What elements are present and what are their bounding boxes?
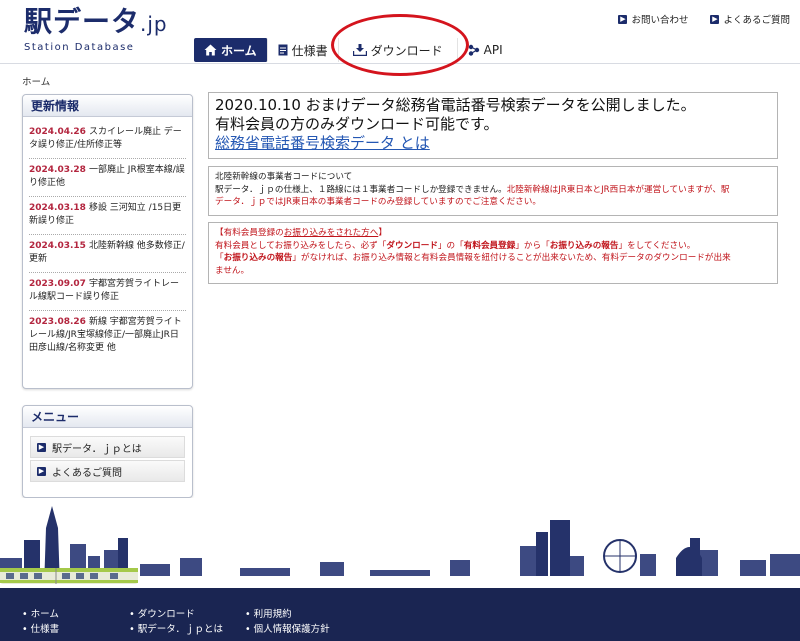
footer-link-download[interactable]: ダウンロード <box>129 609 223 621</box>
nav-api-label: API <box>483 43 503 57</box>
footer-link-about[interactable]: 駅データ．ｊｐとは <box>129 624 223 636</box>
document-icon <box>278 44 288 56</box>
hokuriku-notice-body-2: データ．ｊｐではJR東日本の事業者コードのみ登録していますのでご注意ください。 <box>215 197 541 207</box>
announcement-box: 2020.10.10 おまけデータ総務省電話番号検索データを公開しました。 有料… <box>208 92 778 159</box>
news-item[interactable]: 2024.03.18 移設 三河知立 /15日更新誤り修正 <box>29 197 186 235</box>
paid-member-notice-line-2: 「お振り込みの報告」がなければ、お振り込み情報と有料会員情報を紐付けることが出来… <box>215 253 731 263</box>
hokuriku-notice-title: 北陸新幹線の事業者コードについて <box>215 172 353 182</box>
news-date: 2024.03.15 <box>29 241 86 251</box>
announcement-line-1: 2020.10.10 おまけデータ総務省電話番号検索データを公開しました。 <box>215 96 696 114</box>
announcement-line-2: 有料会員の方のみダウンロード可能です。 <box>215 115 499 133</box>
footer-link-terms[interactable]: 利用規約 <box>245 609 330 621</box>
logo-suffix: .jp <box>140 12 168 36</box>
arrow-right-icon: ▶ <box>618 14 628 24</box>
paid-member-notice-line-1: 有料会員としてお振り込みをしたら、必ず「ダウンロード」の「有料会員登録」から「お… <box>215 240 696 251</box>
arrow-right-icon: ▶ <box>37 466 46 476</box>
faq-label: よくあるご質問 <box>723 15 790 26</box>
arrow-right-icon: ▶ <box>710 14 720 24</box>
api-network-icon <box>468 44 480 56</box>
paid-member-notice-box: 【有料会員登録のお振り込みをされた方へ】 有料会員としてお振り込みをしたら、必ず… <box>208 222 778 284</box>
site-logo[interactable]: 駅データ.jp Station Database <box>24 6 168 54</box>
nav-spec[interactable]: 仕様書 <box>268 38 339 62</box>
phone-data-link[interactable]: 総務省電話番号検索データ とは <box>215 134 771 153</box>
news-date: 2024.03.28 <box>29 165 86 175</box>
contact-label: お問い合わせ <box>631 15 689 26</box>
arrow-right-icon: ▶ <box>37 442 46 452</box>
news-item[interactable]: 2024.03.15 北陸新幹線 他多数修正/更新 <box>29 235 186 273</box>
logo-title: 駅データ.jp <box>24 5 168 38</box>
menu-item-about[interactable]: ▶ 駅データ．ｊｐとは <box>30 436 185 458</box>
footer-column: ダウンロード 駅データ．ｊｐとは <box>129 609 223 636</box>
utility-links: ▶ お問い合わせ ▶ よくあるご質問 <box>618 12 790 26</box>
footer-column: ホーム 仕様書 <box>22 609 60 636</box>
news-panel-title: 更新情報 <box>23 95 192 117</box>
nav-spec-label: 仕様書 <box>291 43 328 58</box>
paid-member-notice-title: 【有料会員登録のお振り込みをされた方へ】 <box>215 228 387 238</box>
news-list: 2024.04.26 スカイレール廃止 データ誤り修正/住所修正等 2024.03… <box>23 117 192 361</box>
menu-panel-title: メニュー <box>23 406 192 428</box>
news-item[interactable]: 2023.08.26 新線 宇都宮芳賀ライトレール線/JR宝塚線修正/一部廃止JR… <box>29 311 186 361</box>
news-panel: 更新情報 2024.04.26 スカイレール廃止 データ誤り修正/住所修正等 20… <box>22 94 193 389</box>
news-date: 2023.08.26 <box>29 317 86 327</box>
menu-item-faq[interactable]: ▶ よくあるご質問 <box>30 460 185 482</box>
logo-subtitle: Station Database <box>24 42 135 53</box>
hokuriku-notice-body: 駅データ．ｊｐの仕様上、１路線には１事業者コードしか登録できません。北陸新幹線は… <box>215 184 730 195</box>
news-date: 2023.09.07 <box>29 279 86 289</box>
faq-link[interactable]: ▶ よくあるご質問 <box>710 12 790 26</box>
nav-home-label: ホーム <box>221 43 257 58</box>
footer-links: ホーム 仕様書 ダウンロード 駅データ．ｊｐとは 利用規約 個人情報保護方針 <box>22 609 330 636</box>
footer-link-privacy[interactable]: 個人情報保護方針 <box>245 624 330 636</box>
footer-column: 利用規約 個人情報保護方針 <box>245 609 330 636</box>
payment-link[interactable]: お振り込みをされた方へ <box>284 228 379 238</box>
news-date: 2024.03.18 <box>29 203 86 213</box>
paid-member-notice-line-3: ません。 <box>215 265 250 276</box>
news-item[interactable]: 2024.04.26 スカイレール廃止 データ誤り修正/住所修正等 <box>29 121 186 159</box>
footer-link-home[interactable]: ホーム <box>22 609 59 621</box>
contact-link[interactable]: ▶ お問い合わせ <box>618 12 688 26</box>
hokuriku-notice-box: 北陸新幹線の事業者コードについて 駅データ．ｊｐの仕様上、１路線には１事業者コー… <box>208 166 778 216</box>
news-item[interactable]: 2023.09.07 宇都宮芳賀ライトレール線駅コード誤り修正 <box>29 273 186 311</box>
menu-list: ▶ 駅データ．ｊｐとは ▶ よくあるご質問 <box>23 428 192 482</box>
menu-item-label: よくあるご質問 <box>52 467 122 479</box>
news-date: 2024.04.26 <box>29 127 86 137</box>
nav-home[interactable]: ホーム <box>194 38 268 62</box>
footer-link-spec[interactable]: 仕様書 <box>22 624 60 636</box>
news-item[interactable]: 2024.03.28 一部廃止 JR根室本線/誤り修正他 <box>29 159 186 197</box>
menu-item-label: 駅データ．ｊｐとは <box>52 443 142 455</box>
menu-panel: メニュー ▶ 駅データ．ｊｐとは ▶ よくあるご質問 <box>22 405 193 498</box>
home-icon <box>204 44 217 56</box>
breadcrumb[interactable]: ホーム <box>22 74 50 88</box>
download-highlight-circle <box>331 14 469 76</box>
